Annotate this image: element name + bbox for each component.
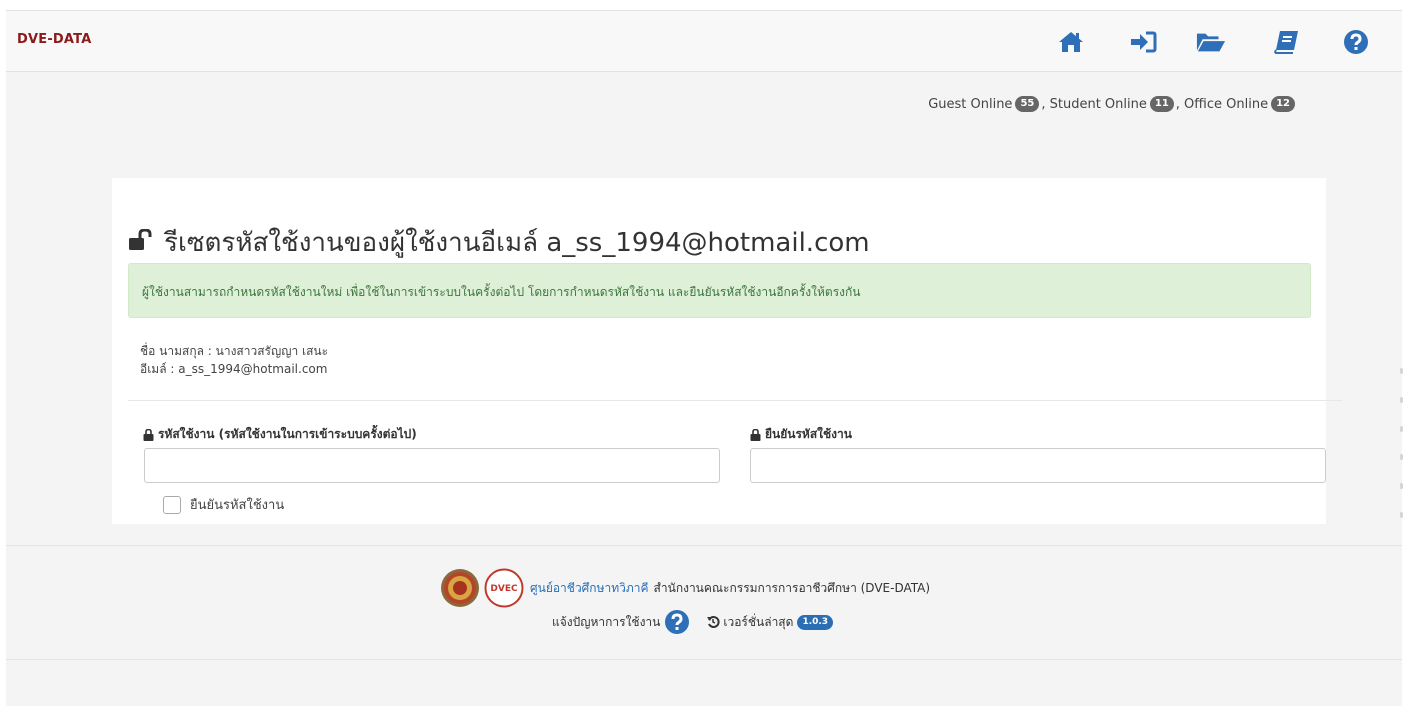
confirm-checkbox[interactable] [163,495,181,514]
user-info: ชื่อ นามสกุล : นางสาวสรัญญา เสนะ อีเมล์ … [140,342,328,378]
reset-password-panel: รีเซตรหัสใช้งานของผู้ใช้งานอีเมล์ a_ss_1… [112,178,1342,524]
lock-icon [143,428,154,441]
home-icon[interactable] [1056,27,1086,57]
ovec-seal-logo [441,569,479,607]
footer-bottom-divider [6,659,1402,660]
lock-icon [750,428,761,441]
version-label: เวอร์ชั่นล่าสุด [723,614,794,629]
top-navbar: DVE-DATA [6,10,1402,72]
office-online-badge: 12 [1271,96,1295,112]
dvec-center-link[interactable]: ศูนย์อาชีวศึกษาทวิภาคี [530,579,649,598]
password-input[interactable] [144,448,720,483]
footer-org-row: DVEC ศูนย์อาชีวศึกษาทวิภาคี สำนักงานคณะก… [440,568,930,608]
brand-link[interactable]: DVE-DATA [17,32,92,47]
user-email: อีเมล์ : a_ss_1994@hotmail.com [140,362,328,376]
dvec-logo: DVEC [484,568,524,608]
version-badge: 1.0.3 [797,614,834,630]
history-icon [707,616,720,628]
page-title: รีเซตรหัสใช้งานของผู้ใช้งานอีเมล์ a_ss_1… [128,222,870,263]
confirm-password-label-text: ยืนยันรหัสใช้งาน [765,427,852,441]
guest-online-badge: 55 [1015,96,1040,112]
page-title-text: รีเซตรหัสใช้งานของผู้ใช้งานอีเมล์ a_ss_1… [164,228,870,258]
student-online-badge: 11 [1149,96,1174,112]
confirm-checkbox-label: ยืนยันรหัสใช้งาน [190,498,285,513]
book-icon[interactable] [1271,27,1301,57]
info-alert-text: ผู้ใช้งานสามารถกำหนดรหัสใช้งานใหม่ เพื่อ… [142,285,861,299]
online-status: Guest Online 55 , Student Online 11 , Of… [928,96,1297,112]
unlock-icon [128,227,154,258]
sign-in-icon[interactable] [1128,27,1158,57]
footer-help-row: แจ้งปัญหาการใช้งาน เวอร์ชั่นล่าสุด 1.0.3 [552,609,834,635]
org-name: สำนักงานคณะกรรมการการอาชีวศึกษา (DVE-DAT… [653,580,931,595]
folder-open-icon[interactable] [1196,27,1226,57]
info-alert: ผู้ใช้งานสามารถกำหนดรหัสใช้งานใหม่ เพื่อ… [128,263,1311,318]
confirm-checkbox-row[interactable]: ยืนยันรหัสใช้งาน [163,494,284,515]
student-online-label: , Student Online [1041,96,1147,112]
user-fullname: ชื่อ นามสกุล : นางสาวสรัญญา เสนะ [140,344,329,358]
report-problem-label: แจ้งปัญหาการใช้งาน [552,614,661,629]
guest-online-label: Guest Online [928,96,1013,112]
footer-divider [6,545,1402,546]
svg-text:DVEC: DVEC [490,584,518,594]
confirm-password-label: ยืนยันรหัสใช้งาน [750,425,852,444]
question-circle-icon[interactable] [1341,27,1371,57]
password-label: รหัสใช้งาน (รหัสใช้งานในการเข้าระบบครั้ง… [143,425,417,444]
office-online-label: , Office Online [1175,96,1269,112]
help-question-icon[interactable] [664,609,690,635]
password-label-text: รหัสใช้งาน (รหัสใช้งานในการเข้าระบบครั้ง… [158,427,417,441]
scrollbar-track[interactable] [1400,368,1405,518]
divider [128,400,1342,401]
confirm-password-input[interactable] [750,448,1326,483]
